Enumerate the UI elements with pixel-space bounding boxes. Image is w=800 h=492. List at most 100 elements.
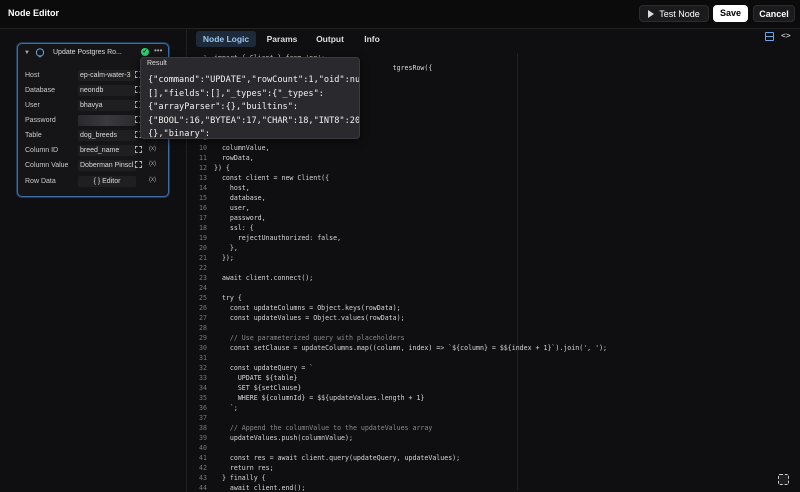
code-line: 17 password,	[192, 213, 797, 223]
field-label: Column Value	[25, 162, 69, 169]
variable-icon[interactable]: (x)	[149, 161, 156, 167]
code-line: 20 },	[192, 243, 797, 253]
line-number: 11	[199, 154, 207, 162]
result-body: {"command":"UPDATE","rowCount":1,"oid":n…	[148, 74, 360, 139]
field-input[interactable]: breed_name	[78, 145, 136, 156]
line-number: 39	[199, 434, 207, 442]
line-number: 18	[199, 224, 207, 232]
code-line: 27 const updateValues = Object.values(ro…	[192, 313, 797, 323]
code-line: 10 columnValue,	[192, 143, 797, 153]
split-view-icon[interactable]	[765, 32, 774, 41]
code-text: // Use parameterized query with placehol…	[214, 334, 405, 342]
expand-icon[interactable]	[135, 146, 142, 153]
tab-params[interactable]: Params	[260, 31, 304, 47]
line-number: 41	[199, 454, 207, 462]
code-line: 32 const updateQuery = `	[192, 363, 797, 373]
code-text: rowData,	[214, 154, 254, 162]
result-line: {"arrayParser":{},"builtins":	[148, 102, 299, 112]
code-line: 26 const updateColumns = Object.keys(row…	[192, 303, 797, 313]
expand-icon[interactable]	[135, 161, 142, 168]
line-number: 27	[199, 314, 207, 322]
row-data-row: Row Data { } Editor (x)	[25, 176, 165, 188]
code-line: 40	[192, 443, 797, 453]
code-text: SET ${setClause}	[214, 384, 302, 392]
code-text: });	[214, 254, 234, 262]
result-line: {"command":"UPDATE","rowCount":1,"oid":n…	[148, 75, 360, 85]
line-number: 37	[199, 414, 207, 422]
code-text: const updateColumns = Object.keys(rowDat…	[214, 304, 401, 312]
result-line: {},"binary":	[148, 129, 211, 139]
result-tooltip: Result {"command":"UPDATE","rowCount":1,…	[140, 57, 360, 139]
line-number: 32	[199, 364, 207, 372]
node-name: Update Postgres Ro...	[53, 49, 122, 56]
line-number: 26	[199, 304, 207, 312]
code-line: 42 return res;	[192, 463, 797, 473]
line-number: 22	[199, 264, 207, 272]
code-text: } finally {	[214, 474, 266, 482]
code-text: host,	[214, 184, 250, 192]
field-input[interactable]: dog_breeds	[78, 130, 136, 141]
code-text: user,	[214, 204, 250, 212]
cancel-button[interactable]: Cancel	[753, 5, 795, 22]
test-node-label: Test Node	[659, 9, 700, 19]
code-line: 11 rowData,	[192, 153, 797, 163]
field-input[interactable]: neondb	[78, 85, 136, 96]
code-icon[interactable]: <>	[781, 31, 791, 40]
code-line: 24	[192, 283, 797, 293]
code-text: database,	[214, 194, 266, 202]
code-text: ssl: {	[214, 224, 254, 232]
line-number: 21	[199, 254, 207, 262]
field-input[interactable]: Doberman Pinscl	[78, 160, 136, 171]
variable-icon[interactable]: (x)	[149, 177, 156, 183]
tab-info[interactable]: Info	[356, 31, 388, 47]
field-input[interactable]: bhavya	[78, 100, 136, 111]
line-number: 25	[199, 294, 207, 302]
variable-icon[interactable]: (x)	[149, 146, 156, 152]
fullscreen-icon[interactable]	[778, 474, 789, 485]
code-line: 13 const client = new Client({	[192, 173, 797, 183]
postgres-icon	[35, 48, 45, 58]
collapse-caret-icon[interactable]: ▼	[24, 50, 30, 56]
line-number: 40	[199, 444, 207, 452]
code-text: try {	[214, 294, 242, 302]
line-number: 23	[199, 274, 207, 282]
code-text: // Append the columnValue to the updateV…	[214, 424, 433, 432]
code-text: const res = await client.query(updateQue…	[214, 454, 461, 462]
line-number: 16	[199, 204, 207, 212]
save-button[interactable]: Save	[713, 5, 748, 22]
code-line: 12}) {	[192, 163, 797, 173]
code-line: 23 await client.connect();	[192, 273, 797, 283]
code-text: await client.end();	[214, 484, 306, 491]
field-input[interactable]: ep-calm-water-3	[78, 70, 136, 81]
field-input[interactable]	[78, 115, 136, 126]
tab-output[interactable]: Output	[308, 31, 352, 47]
code-line: 15 database,	[192, 193, 797, 203]
code-line: 41 const res = await client.query(update…	[192, 453, 797, 463]
line-number: 38	[199, 424, 207, 432]
code-text: const client = new Client({	[214, 174, 330, 182]
code-text: rejectUnauthorized: false,	[214, 234, 342, 242]
code-line: 28	[192, 323, 797, 333]
line-number: 20	[199, 244, 207, 252]
row-data-editor-button[interactable]: { } Editor	[78, 176, 136, 187]
code-line: 31	[192, 353, 797, 363]
line-number: 35	[199, 394, 207, 402]
line-number: 44	[199, 484, 207, 491]
code-text: const setClause = updateColumns.map((col…	[214, 344, 608, 352]
field-label: Database	[25, 87, 55, 94]
code-line: 19 rejectUnauthorized: false,	[192, 233, 797, 243]
line-number: 43	[199, 474, 207, 482]
code-text: UPDATE ${table}	[214, 374, 298, 382]
more-icon[interactable]: •••	[154, 46, 162, 55]
code-line: 38 // Append the columnValue to the upda…	[192, 423, 797, 433]
code-text: columnValue,	[214, 144, 270, 152]
code-line: 21 });	[192, 253, 797, 263]
line-number: 15	[199, 194, 207, 202]
code-line: 29 // Use parameterized query with place…	[192, 333, 797, 343]
code-text: return res;	[214, 464, 274, 472]
field-label: User	[25, 102, 40, 109]
result-title: Result	[147, 60, 167, 67]
tab-node-logic[interactable]: Node Logic	[196, 31, 256, 47]
test-node-button[interactable]: Test Node	[639, 5, 709, 22]
field-label: Host	[25, 72, 40, 79]
